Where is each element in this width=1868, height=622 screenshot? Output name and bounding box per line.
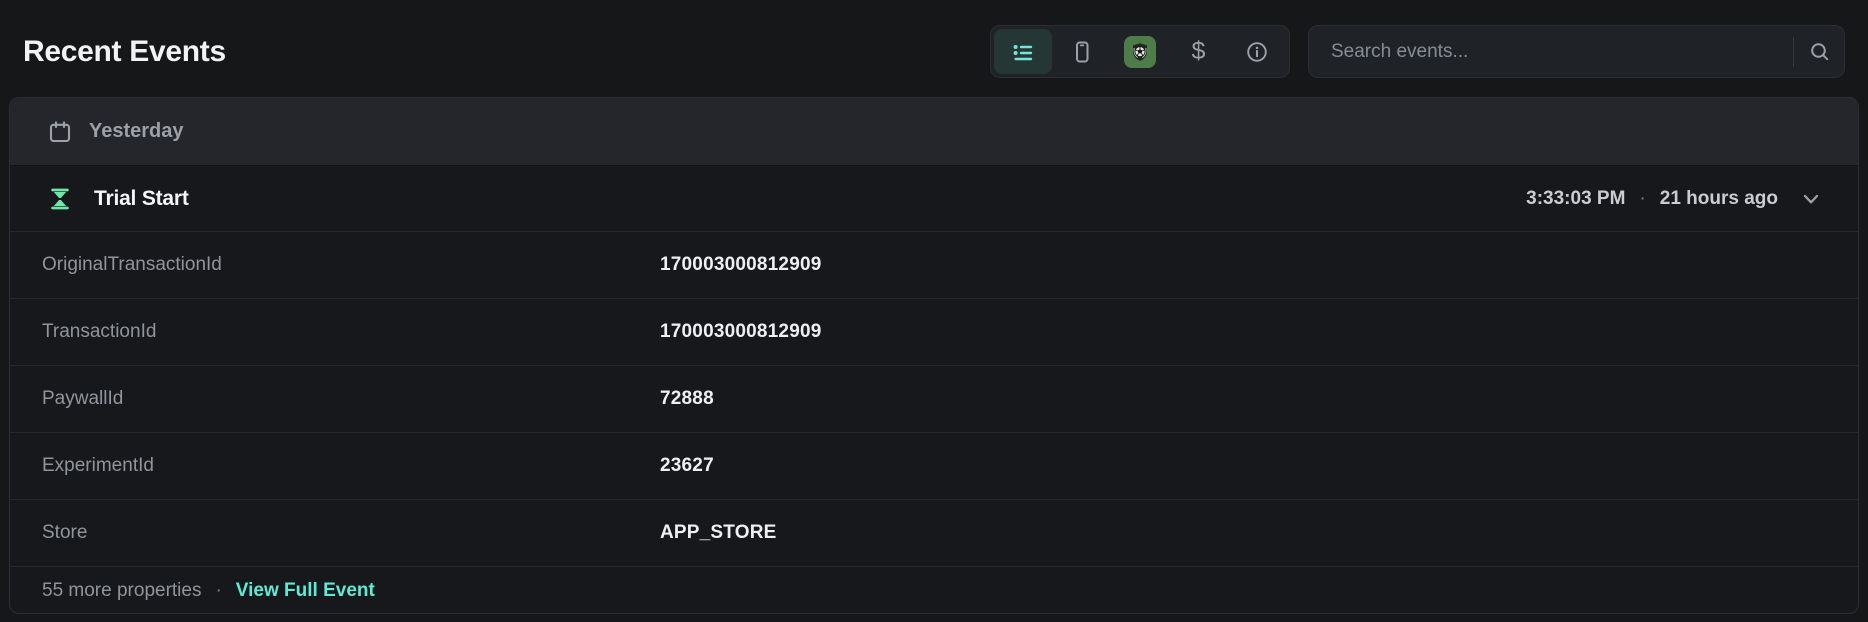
event-footer: 55 more properties · View Full Event bbox=[10, 566, 1858, 614]
page-header: Recent Events bbox=[0, 0, 1868, 97]
date-group-header: Yesterday bbox=[10, 98, 1858, 166]
page-title: Recent Events bbox=[23, 35, 226, 69]
property-row: PaywallId 72888 bbox=[10, 365, 1858, 432]
search-input[interactable] bbox=[1331, 41, 1793, 63]
segment-app-view[interactable] bbox=[1111, 29, 1169, 74]
segment-device-view[interactable] bbox=[1052, 29, 1110, 74]
property-row: OriginalTransactionId 170003000812909 bbox=[10, 231, 1858, 298]
segment-info-view[interactable] bbox=[1228, 29, 1286, 74]
property-value: 170003000812909 bbox=[660, 321, 822, 343]
property-key: Store bbox=[42, 522, 660, 544]
property-key: OriginalTransactionId bbox=[42, 254, 660, 276]
phone-icon bbox=[1070, 40, 1094, 64]
property-key: TransactionId bbox=[42, 321, 660, 343]
property-row: TransactionId 170003000812909 bbox=[10, 298, 1858, 365]
segment-revenue-view[interactable]: $ bbox=[1169, 29, 1227, 74]
event-relative-time: 21 hours ago bbox=[1660, 188, 1778, 210]
property-value: 23627 bbox=[660, 455, 714, 477]
search-divider bbox=[1793, 37, 1794, 67]
time-separator-dot: · bbox=[1639, 188, 1645, 210]
property-row: ExperimentId 23627 bbox=[10, 432, 1858, 499]
app-logo-soccer-icon bbox=[1124, 36, 1156, 68]
property-key: ExperimentId bbox=[42, 455, 660, 477]
event-time: 3:33:03 PM bbox=[1526, 188, 1625, 210]
footer-separator-dot: · bbox=[215, 580, 221, 602]
hourglass-icon bbox=[48, 187, 72, 211]
view-full-event-link[interactable]: View Full Event bbox=[236, 580, 375, 602]
event-row-trial-start[interactable]: Trial Start 3:33:03 PM · 21 hours ago bbox=[10, 166, 1858, 231]
property-value: 170003000812909 bbox=[660, 254, 822, 276]
view-mode-segmented-control: $ bbox=[990, 25, 1290, 78]
search-icon[interactable] bbox=[1808, 40, 1832, 64]
events-panel: Yesterday Trial Start 3:33:03 PM · 21 ho… bbox=[9, 97, 1859, 614]
property-row: Store APP_STORE bbox=[10, 499, 1858, 566]
property-value: APP_STORE bbox=[660, 522, 777, 544]
search-box bbox=[1308, 25, 1845, 78]
info-icon bbox=[1245, 40, 1269, 64]
segment-list-view[interactable] bbox=[994, 29, 1052, 74]
list-icon bbox=[1011, 40, 1035, 64]
event-title: Trial Start bbox=[94, 187, 189, 211]
dollar-icon: $ bbox=[1191, 37, 1205, 66]
property-value: 72888 bbox=[660, 388, 714, 410]
property-key: PaywallId bbox=[42, 388, 660, 410]
date-group-label: Yesterday bbox=[89, 120, 184, 143]
chevron-down-icon[interactable] bbox=[1800, 188, 1822, 210]
calendar-icon bbox=[48, 120, 72, 144]
more-properties-count: 55 more properties bbox=[42, 580, 201, 602]
event-time-group: 3:33:03 PM · 21 hours ago bbox=[1526, 188, 1822, 210]
